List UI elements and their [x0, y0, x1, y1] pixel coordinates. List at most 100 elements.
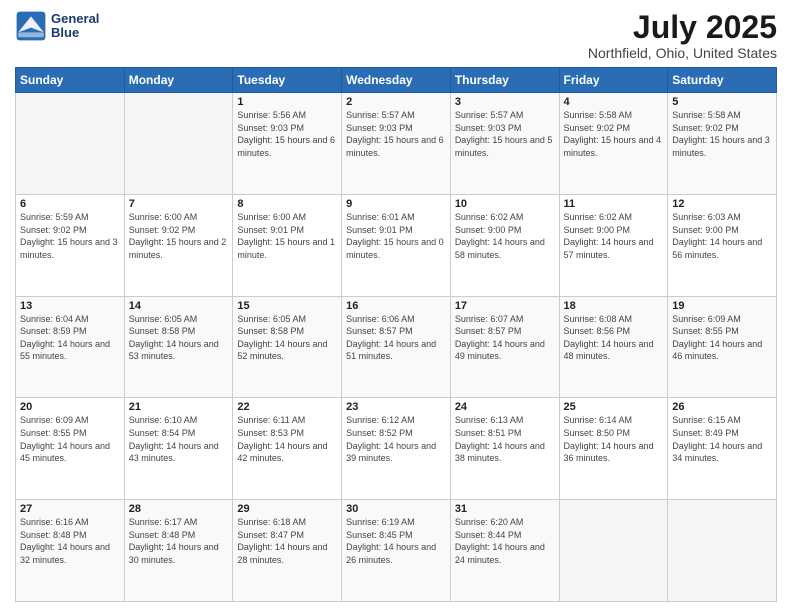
weekday-header: Wednesday: [342, 68, 451, 93]
day-info: Sunrise: 6:08 AMSunset: 8:56 PMDaylight:…: [564, 313, 664, 363]
day-info: Sunrise: 5:58 AMSunset: 9:02 PMDaylight:…: [564, 109, 664, 159]
day-number: 21: [129, 401, 229, 413]
calendar-day-cell: 23Sunrise: 6:12 AMSunset: 8:52 PMDayligh…: [342, 398, 451, 500]
calendar-day-cell: 6Sunrise: 5:59 AMSunset: 9:02 PMDaylight…: [16, 194, 125, 296]
day-number: 31: [455, 503, 555, 515]
day-number: 8: [237, 198, 337, 210]
calendar-day-cell: 13Sunrise: 6:04 AMSunset: 8:59 PMDayligh…: [16, 296, 125, 398]
day-number: 1: [237, 96, 337, 108]
calendar-day-cell: 4Sunrise: 5:58 AMSunset: 9:02 PMDaylight…: [559, 93, 668, 195]
calendar-day-cell: 15Sunrise: 6:05 AMSunset: 8:58 PMDayligh…: [233, 296, 342, 398]
day-info: Sunrise: 6:07 AMSunset: 8:57 PMDaylight:…: [455, 313, 555, 363]
weekday-header: Saturday: [668, 68, 777, 93]
calendar-day-cell: 12Sunrise: 6:03 AMSunset: 9:00 PMDayligh…: [668, 194, 777, 296]
day-number: 7: [129, 198, 229, 210]
calendar-day-cell: 31Sunrise: 6:20 AMSunset: 8:44 PMDayligh…: [450, 500, 559, 602]
day-number: 4: [564, 96, 664, 108]
day-info: Sunrise: 6:17 AMSunset: 8:48 PMDaylight:…: [129, 516, 229, 566]
day-number: 17: [455, 300, 555, 312]
calendar-day-cell: 29Sunrise: 6:18 AMSunset: 8:47 PMDayligh…: [233, 500, 342, 602]
day-info: Sunrise: 6:03 AMSunset: 9:00 PMDaylight:…: [672, 211, 772, 261]
day-number: 13: [20, 300, 120, 312]
weekday-header: Sunday: [16, 68, 125, 93]
day-number: 26: [672, 401, 772, 413]
day-info: Sunrise: 6:19 AMSunset: 8:45 PMDaylight:…: [346, 516, 446, 566]
day-number: 14: [129, 300, 229, 312]
day-number: 3: [455, 96, 555, 108]
title-section: July 2025 Northfield, Ohio, United State…: [588, 10, 777, 61]
main-title: July 2025: [588, 10, 777, 45]
weekday-header: Thursday: [450, 68, 559, 93]
day-info: Sunrise: 6:02 AMSunset: 9:00 PMDaylight:…: [455, 211, 555, 261]
day-info: Sunrise: 6:13 AMSunset: 8:51 PMDaylight:…: [455, 414, 555, 464]
calendar-day-cell: [668, 500, 777, 602]
day-number: 18: [564, 300, 664, 312]
calendar-day-cell: 14Sunrise: 6:05 AMSunset: 8:58 PMDayligh…: [124, 296, 233, 398]
calendar-day-cell: 5Sunrise: 5:58 AMSunset: 9:02 PMDaylight…: [668, 93, 777, 195]
calendar-day-cell: 22Sunrise: 6:11 AMSunset: 8:53 PMDayligh…: [233, 398, 342, 500]
day-info: Sunrise: 6:15 AMSunset: 8:49 PMDaylight:…: [672, 414, 772, 464]
day-number: 28: [129, 503, 229, 515]
header: General Blue July 2025 Northfield, Ohio,…: [15, 10, 777, 61]
subtitle: Northfield, Ohio, United States: [588, 45, 777, 61]
calendar-day-cell: 27Sunrise: 6:16 AMSunset: 8:48 PMDayligh…: [16, 500, 125, 602]
day-info: Sunrise: 6:12 AMSunset: 8:52 PMDaylight:…: [346, 414, 446, 464]
day-info: Sunrise: 6:05 AMSunset: 8:58 PMDaylight:…: [237, 313, 337, 363]
calendar-week-row: 27Sunrise: 6:16 AMSunset: 8:48 PMDayligh…: [16, 500, 777, 602]
calendar-day-cell: 24Sunrise: 6:13 AMSunset: 8:51 PMDayligh…: [450, 398, 559, 500]
day-number: 29: [237, 503, 337, 515]
calendar-day-cell: [124, 93, 233, 195]
calendar-body: 1Sunrise: 5:56 AMSunset: 9:03 PMDaylight…: [16, 93, 777, 602]
day-number: 20: [20, 401, 120, 413]
calendar-day-cell: 26Sunrise: 6:15 AMSunset: 8:49 PMDayligh…: [668, 398, 777, 500]
weekday-header: Tuesday: [233, 68, 342, 93]
calendar-day-cell: 21Sunrise: 6:10 AMSunset: 8:54 PMDayligh…: [124, 398, 233, 500]
day-info: Sunrise: 6:09 AMSunset: 8:55 PMDaylight:…: [20, 414, 120, 464]
day-info: Sunrise: 6:02 AMSunset: 9:00 PMDaylight:…: [564, 211, 664, 261]
calendar-week-row: 6Sunrise: 5:59 AMSunset: 9:02 PMDaylight…: [16, 194, 777, 296]
calendar-day-cell: 17Sunrise: 6:07 AMSunset: 8:57 PMDayligh…: [450, 296, 559, 398]
day-number: 6: [20, 198, 120, 210]
day-number: 25: [564, 401, 664, 413]
day-info: Sunrise: 5:58 AMSunset: 9:02 PMDaylight:…: [672, 109, 772, 159]
day-info: Sunrise: 6:05 AMSunset: 8:58 PMDaylight:…: [129, 313, 229, 363]
day-info: Sunrise: 6:00 AMSunset: 9:01 PMDaylight:…: [237, 211, 337, 261]
day-number: 30: [346, 503, 446, 515]
calendar-day-cell: 20Sunrise: 6:09 AMSunset: 8:55 PMDayligh…: [16, 398, 125, 500]
calendar-day-cell: 18Sunrise: 6:08 AMSunset: 8:56 PMDayligh…: [559, 296, 668, 398]
calendar-day-cell: 3Sunrise: 5:57 AMSunset: 9:03 PMDaylight…: [450, 93, 559, 195]
day-number: 23: [346, 401, 446, 413]
day-number: 2: [346, 96, 446, 108]
day-info: Sunrise: 6:01 AMSunset: 9:01 PMDaylight:…: [346, 211, 446, 261]
day-number: 12: [672, 198, 772, 210]
day-number: 22: [237, 401, 337, 413]
day-info: Sunrise: 6:04 AMSunset: 8:59 PMDaylight:…: [20, 313, 120, 363]
calendar-day-cell: 25Sunrise: 6:14 AMSunset: 8:50 PMDayligh…: [559, 398, 668, 500]
weekday-row: SundayMondayTuesdayWednesdayThursdayFrid…: [16, 68, 777, 93]
day-number: 16: [346, 300, 446, 312]
calendar-day-cell: 10Sunrise: 6:02 AMSunset: 9:00 PMDayligh…: [450, 194, 559, 296]
calendar-day-cell: 11Sunrise: 6:02 AMSunset: 9:00 PMDayligh…: [559, 194, 668, 296]
weekday-header: Friday: [559, 68, 668, 93]
calendar-day-cell: 19Sunrise: 6:09 AMSunset: 8:55 PMDayligh…: [668, 296, 777, 398]
day-info: Sunrise: 6:18 AMSunset: 8:47 PMDaylight:…: [237, 516, 337, 566]
logo-line1: General: [51, 12, 99, 26]
weekday-header: Monday: [124, 68, 233, 93]
calendar-day-cell: 28Sunrise: 6:17 AMSunset: 8:48 PMDayligh…: [124, 500, 233, 602]
calendar-day-cell: 1Sunrise: 5:56 AMSunset: 9:03 PMDaylight…: [233, 93, 342, 195]
day-number: 10: [455, 198, 555, 210]
calendar-week-row: 13Sunrise: 6:04 AMSunset: 8:59 PMDayligh…: [16, 296, 777, 398]
day-info: Sunrise: 6:00 AMSunset: 9:02 PMDaylight:…: [129, 211, 229, 261]
page: General Blue July 2025 Northfield, Ohio,…: [0, 0, 792, 612]
day-number: 9: [346, 198, 446, 210]
day-info: Sunrise: 6:10 AMSunset: 8:54 PMDaylight:…: [129, 414, 229, 464]
calendar-day-cell: 8Sunrise: 6:00 AMSunset: 9:01 PMDaylight…: [233, 194, 342, 296]
calendar-header: SundayMondayTuesdayWednesdayThursdayFrid…: [16, 68, 777, 93]
logo: General Blue: [15, 10, 99, 42]
calendar-day-cell: 16Sunrise: 6:06 AMSunset: 8:57 PMDayligh…: [342, 296, 451, 398]
calendar-day-cell: 2Sunrise: 5:57 AMSunset: 9:03 PMDaylight…: [342, 93, 451, 195]
logo-icon: [15, 10, 47, 42]
day-number: 11: [564, 198, 664, 210]
calendar-day-cell: 7Sunrise: 6:00 AMSunset: 9:02 PMDaylight…: [124, 194, 233, 296]
day-info: Sunrise: 5:57 AMSunset: 9:03 PMDaylight:…: [346, 109, 446, 159]
